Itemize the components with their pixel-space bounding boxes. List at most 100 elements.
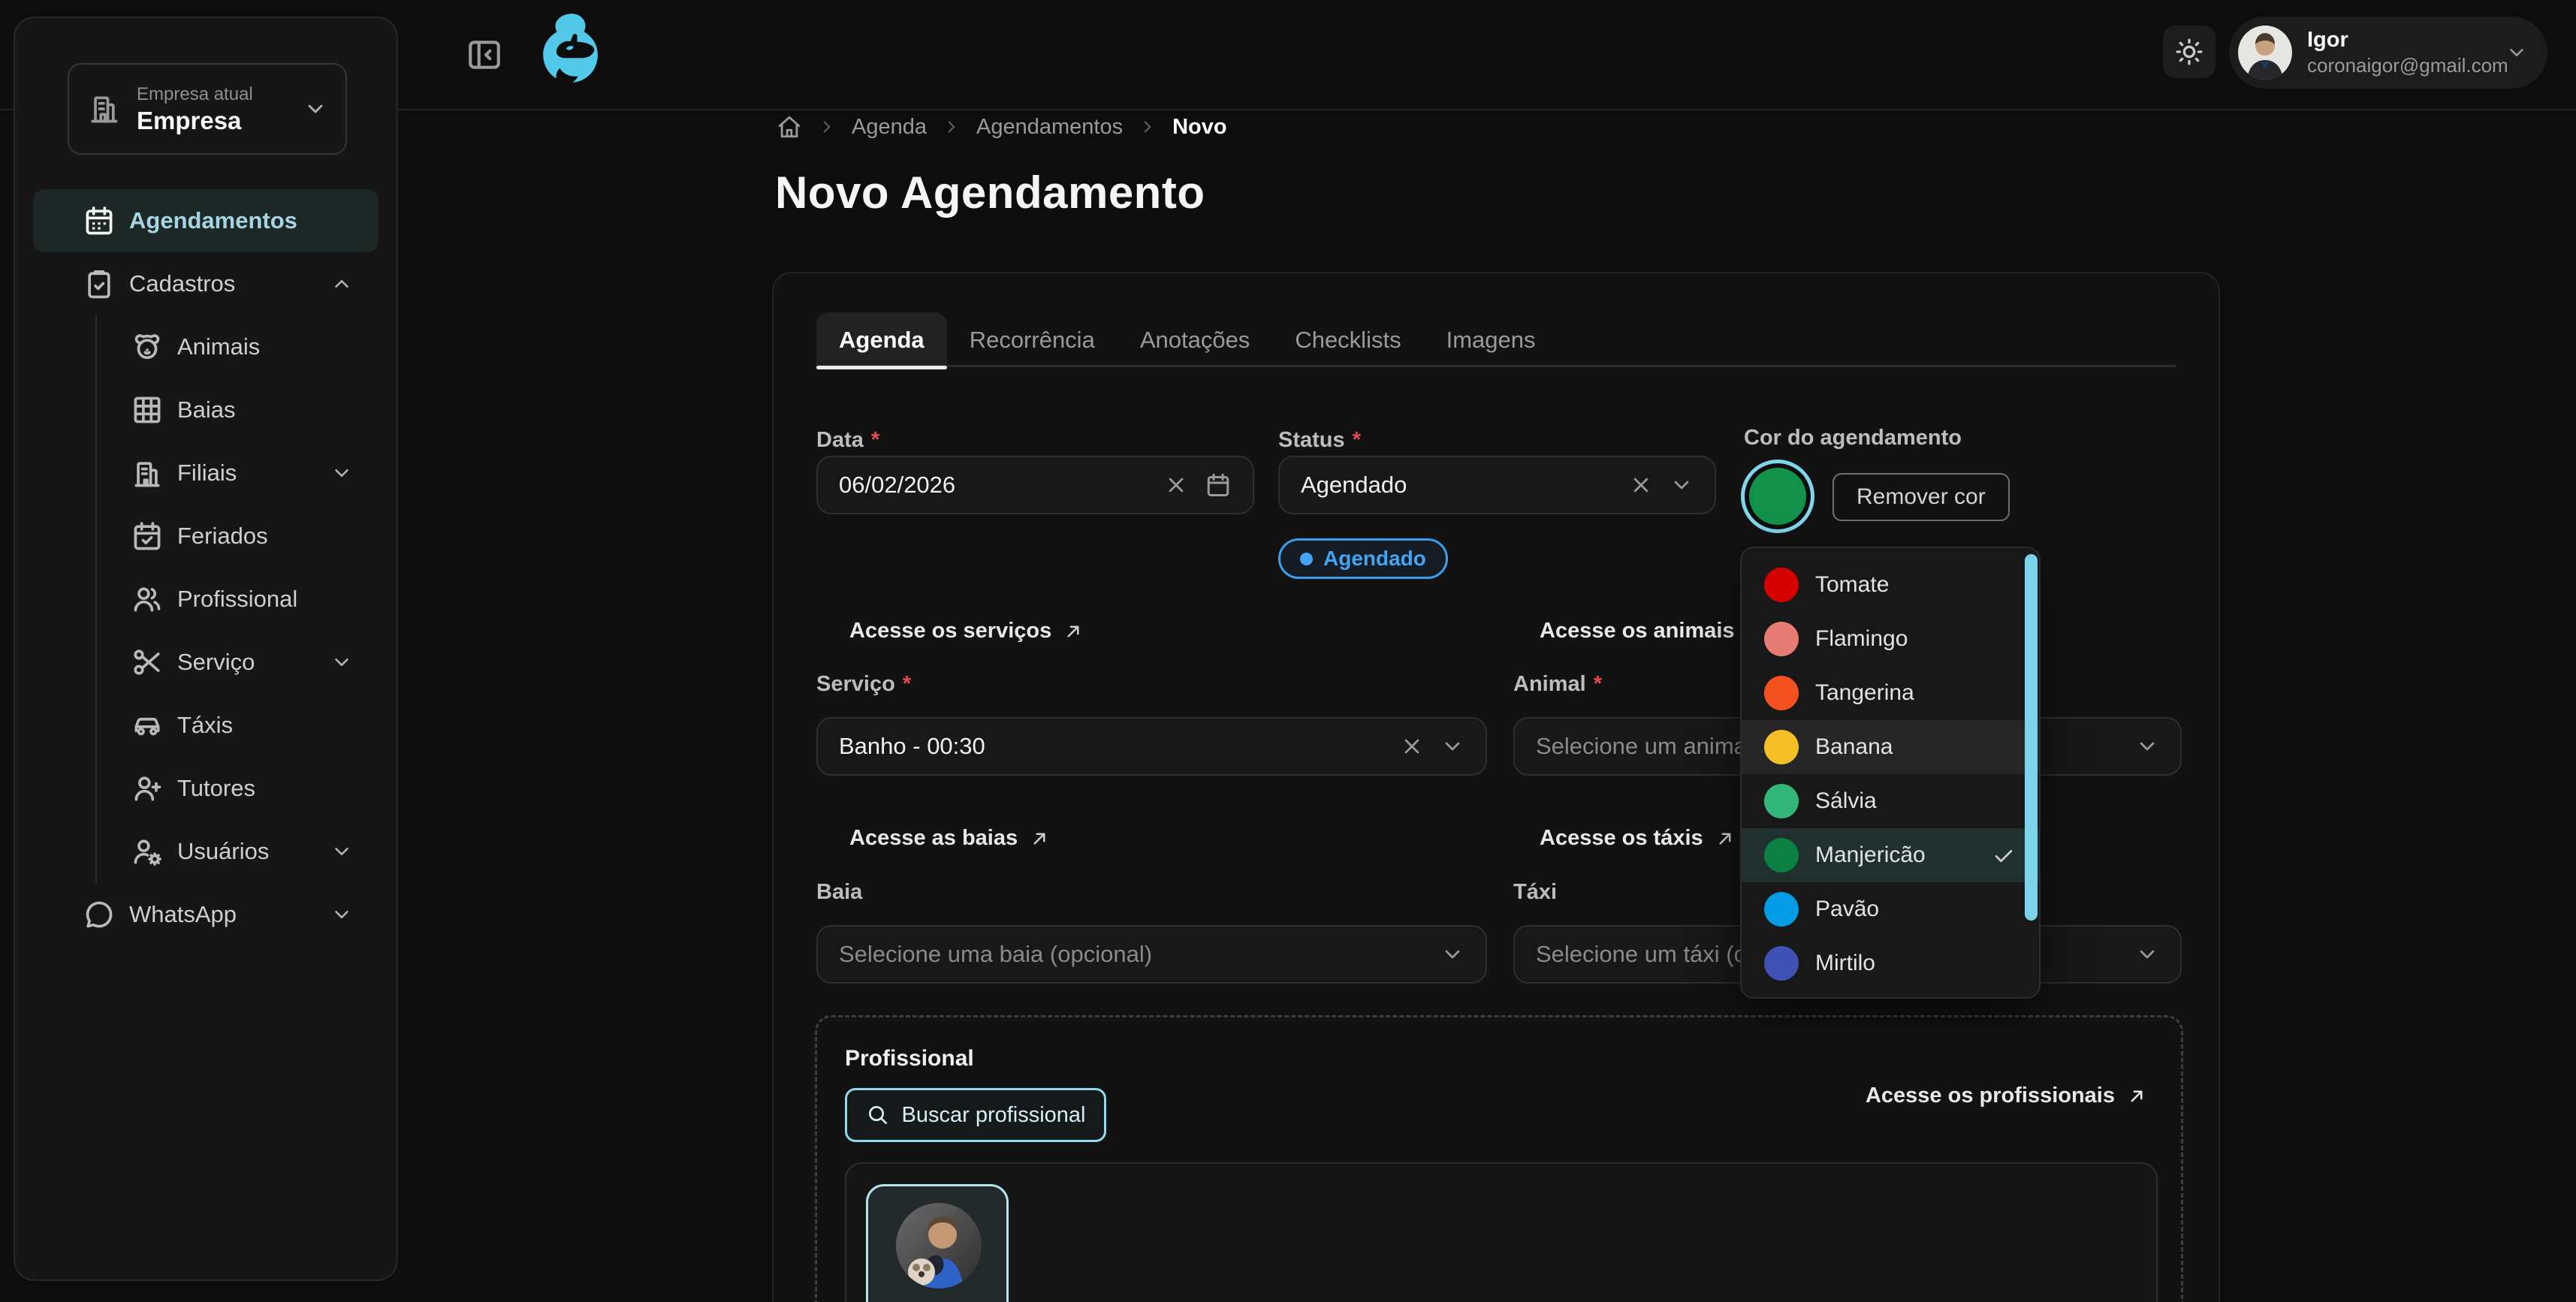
clear-icon[interactable]	[1164, 473, 1188, 497]
arrow-up-right-icon	[1028, 827, 1051, 850]
chevron-down-icon	[330, 903, 353, 926]
chevron-down-icon[interactable]	[2135, 942, 2159, 966]
sidebar-item-baias[interactable]: Baias	[129, 378, 379, 442]
color-swatch	[1764, 622, 1799, 656]
sidebar-item-label: Usuários	[177, 838, 269, 865]
color-swatch	[1764, 568, 1799, 602]
sidebar-item-animais[interactable]: Animais	[129, 315, 379, 378]
breadcrumb-item[interactable]: Agenda	[852, 115, 927, 140]
color-option-banana[interactable]: Banana	[1742, 720, 2039, 774]
color-option-tangerina[interactable]: Tangerina	[1742, 666, 2039, 720]
sidebar-item-ta-xis[interactable]: Táxis	[129, 694, 379, 757]
check-icon	[1991, 842, 2016, 868]
chevron-down-icon	[330, 462, 353, 484]
color-swatch	[1764, 784, 1799, 818]
chevron-down-icon[interactable]	[1670, 473, 1694, 497]
service-value: Banho - 00:30	[839, 733, 1400, 760]
clear-icon[interactable]	[1629, 473, 1653, 497]
access-taxis-link[interactable]: Acesse os táxis	[1540, 826, 1736, 851]
chevron-down-icon[interactable]	[1440, 942, 1464, 966]
users-icon	[131, 583, 164, 616]
status-select[interactable]: Agendado	[1278, 456, 1716, 514]
search-professional-button[interactable]: Buscar profissional	[845, 1088, 1106, 1142]
sidebar-collapse-button[interactable]	[466, 36, 503, 74]
breadcrumb-item[interactable]: Agendamentos	[976, 115, 1123, 140]
company-selector[interactable]: Empresa atual Empresa	[68, 63, 347, 155]
chevron-down-icon[interactable]	[1440, 734, 1464, 758]
user-name: Igor	[2307, 27, 2505, 53]
professional-card[interactable]: Maria	[866, 1184, 1009, 1302]
arrow-up-right-icon	[1062, 620, 1084, 643]
remove-color-button[interactable]: Remover cor	[1832, 473, 2010, 521]
sidebar-item-profissional[interactable]: Profissional	[129, 568, 379, 631]
date-label: Data*	[816, 428, 879, 453]
color-swatch	[1764, 676, 1799, 710]
selected-color-swatch	[1749, 468, 1806, 525]
required-mark: *	[1594, 672, 1602, 696]
service-select[interactable]: Banho - 00:30	[816, 717, 1487, 776]
sidebar-item-whatsapp[interactable]: WhatsApp	[33, 883, 379, 946]
chevron-down-icon[interactable]	[2135, 734, 2159, 758]
color-option-label: Tomate	[1815, 572, 2016, 598]
status-badge: Agendado	[1278, 538, 1448, 579]
bay-placeholder: Selecione uma baia (opcional)	[839, 941, 1440, 968]
color-option-tomate[interactable]: Tomate	[1742, 558, 2039, 612]
sidebar-item-label: Profissional	[177, 586, 297, 613]
sidebar-item-feriados[interactable]: Feriados	[129, 505, 379, 568]
chevron-down-icon	[330, 651, 353, 674]
tab-anotac-o-es[interactable]: Anotações	[1118, 312, 1273, 367]
color-option-label: Mirtilo	[1815, 951, 2016, 976]
color-option-label: Flamingo	[1815, 626, 2016, 652]
color-option-pava-o[interactable]: Pavão	[1742, 882, 2039, 936]
color-swatch	[1764, 730, 1799, 764]
sidebar-nav: Agendamentos Cadastros AnimaisBaias Filiais…	[33, 189, 379, 946]
access-services-link[interactable]: Acesse os serviços	[849, 619, 1084, 643]
chevron-down-icon	[303, 97, 327, 121]
date-input[interactable]: 06/02/2026	[816, 456, 1254, 514]
status-badge-label: Agendado	[1323, 547, 1426, 571]
color-option-manjerica-o[interactable]: Manjericão	[1742, 828, 2039, 882]
sidebar-item-label: Cadastros	[129, 270, 235, 297]
access-professionals-link[interactable]: Acesse os profissionais	[1866, 1083, 2148, 1108]
sidebar-item-label: Filiais	[177, 460, 237, 487]
user-plus-icon	[131, 772, 164, 805]
tab-imagens[interactable]: Imagens	[1424, 312, 1558, 367]
tabs: AgendaRecorrênciaAnotaçõesChecklistsImag…	[816, 312, 2176, 367]
color-option-flamingo[interactable]: Flamingo	[1742, 612, 2039, 666]
arrow-up-right-icon	[2125, 1085, 2148, 1108]
sidebar-item-cadastros[interactable]: Cadastros	[33, 252, 379, 315]
bay-select[interactable]: Selecione uma baia (opcional)	[816, 925, 1487, 984]
sidebar-item-filiais[interactable]: Filiais	[129, 442, 379, 505]
access-bays-link[interactable]: Acesse as baias	[849, 826, 1051, 851]
page-title: Novo Agendamento	[775, 167, 1205, 219]
color-option-label: Banana	[1815, 734, 2016, 760]
dropdown-scrollbar[interactable]	[2025, 554, 2038, 921]
status-value: Agendado	[1301, 472, 1629, 499]
sidebar-item-tutores[interactable]: Tutores	[129, 757, 379, 820]
color-label: Cor do agendamento	[1744, 426, 1962, 451]
tab-checklists[interactable]: Checklists	[1272, 312, 1423, 367]
tab-recorre-ncia[interactable]: Recorrência	[947, 312, 1118, 367]
professional-section: Profissional Buscar profissional Acesse …	[815, 1015, 2183, 1302]
sidebar-item-usua-rios[interactable]: Usuários	[129, 820, 379, 883]
sidebar: Empresa atual Empresa Agendamentos Cadast…	[14, 17, 398, 1281]
color-option-label: Manjericão	[1815, 842, 1991, 868]
tab-agenda[interactable]: Agenda	[816, 312, 947, 367]
user-menu[interactable]: Igor coronaigor@gmail.com	[2229, 17, 2547, 89]
appointment-color-button[interactable]	[1741, 460, 1814, 533]
sidebar-item-agendamentos[interactable]: Agendamentos	[33, 189, 379, 252]
calendar-icon[interactable]	[1205, 472, 1232, 499]
home-icon[interactable]	[777, 114, 802, 140]
theme-toggle-button[interactable]	[2163, 26, 2216, 78]
breadcrumb-separator	[942, 117, 961, 137]
breadcrumb: AgendaAgendamentosNovo	[777, 114, 1227, 140]
color-swatch	[1764, 892, 1799, 927]
sidebar-item-servic-o[interactable]: Serviço	[129, 631, 379, 694]
access-animals-link[interactable]: Acesse os animais	[1540, 619, 1768, 643]
user-email: coronaigor@gmail.com	[2307, 53, 2505, 78]
sidebar-item-label: Serviço	[177, 649, 255, 676]
clear-icon[interactable]	[1400, 734, 1424, 758]
color-option-mirtilo[interactable]: Mirtilo	[1742, 936, 2039, 990]
color-option-sa-lvia[interactable]: Sálvia	[1742, 774, 2039, 828]
calendar-check-icon	[131, 520, 164, 553]
